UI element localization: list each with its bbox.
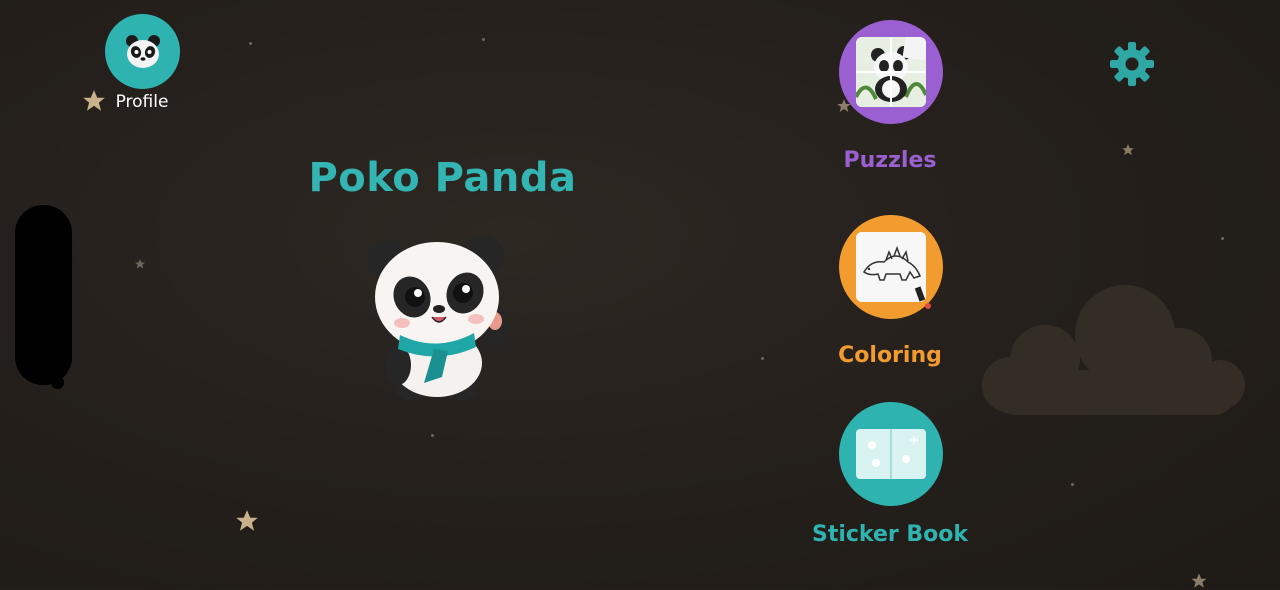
star-icon xyxy=(135,259,145,269)
cloud-decoration xyxy=(982,285,1245,415)
star-icon xyxy=(1122,144,1134,156)
side-handle xyxy=(15,205,72,385)
star-icon xyxy=(236,510,258,531)
profile-label: Profile xyxy=(115,92,169,112)
sticker-book-button[interactable] xyxy=(839,402,943,506)
star-dot xyxy=(1221,237,1224,240)
star-icon xyxy=(1191,573,1207,588)
profile-button[interactable] xyxy=(105,14,180,89)
puzzles-label: Puzzles xyxy=(843,148,937,173)
panda-face-icon xyxy=(125,34,160,68)
star-dot xyxy=(249,42,252,45)
sticker-book-label: Sticker Book xyxy=(811,522,969,547)
star-dot xyxy=(1071,483,1074,486)
puzzles-button[interactable] xyxy=(839,20,943,124)
sticker-book-icon xyxy=(856,429,926,479)
panda-mascot xyxy=(367,235,510,401)
coloring-label: Coloring xyxy=(838,343,942,368)
app-title: Poko Panda xyxy=(308,155,577,201)
star-dot xyxy=(482,38,485,41)
star-dot xyxy=(761,357,764,360)
star-dot xyxy=(431,434,434,437)
gear-icon[interactable] xyxy=(1108,40,1156,88)
coloring-button[interactable] xyxy=(839,215,943,319)
crayon-icon xyxy=(914,286,931,309)
side-handle-dot xyxy=(51,376,64,389)
panda-puzzle-icon xyxy=(856,37,926,107)
